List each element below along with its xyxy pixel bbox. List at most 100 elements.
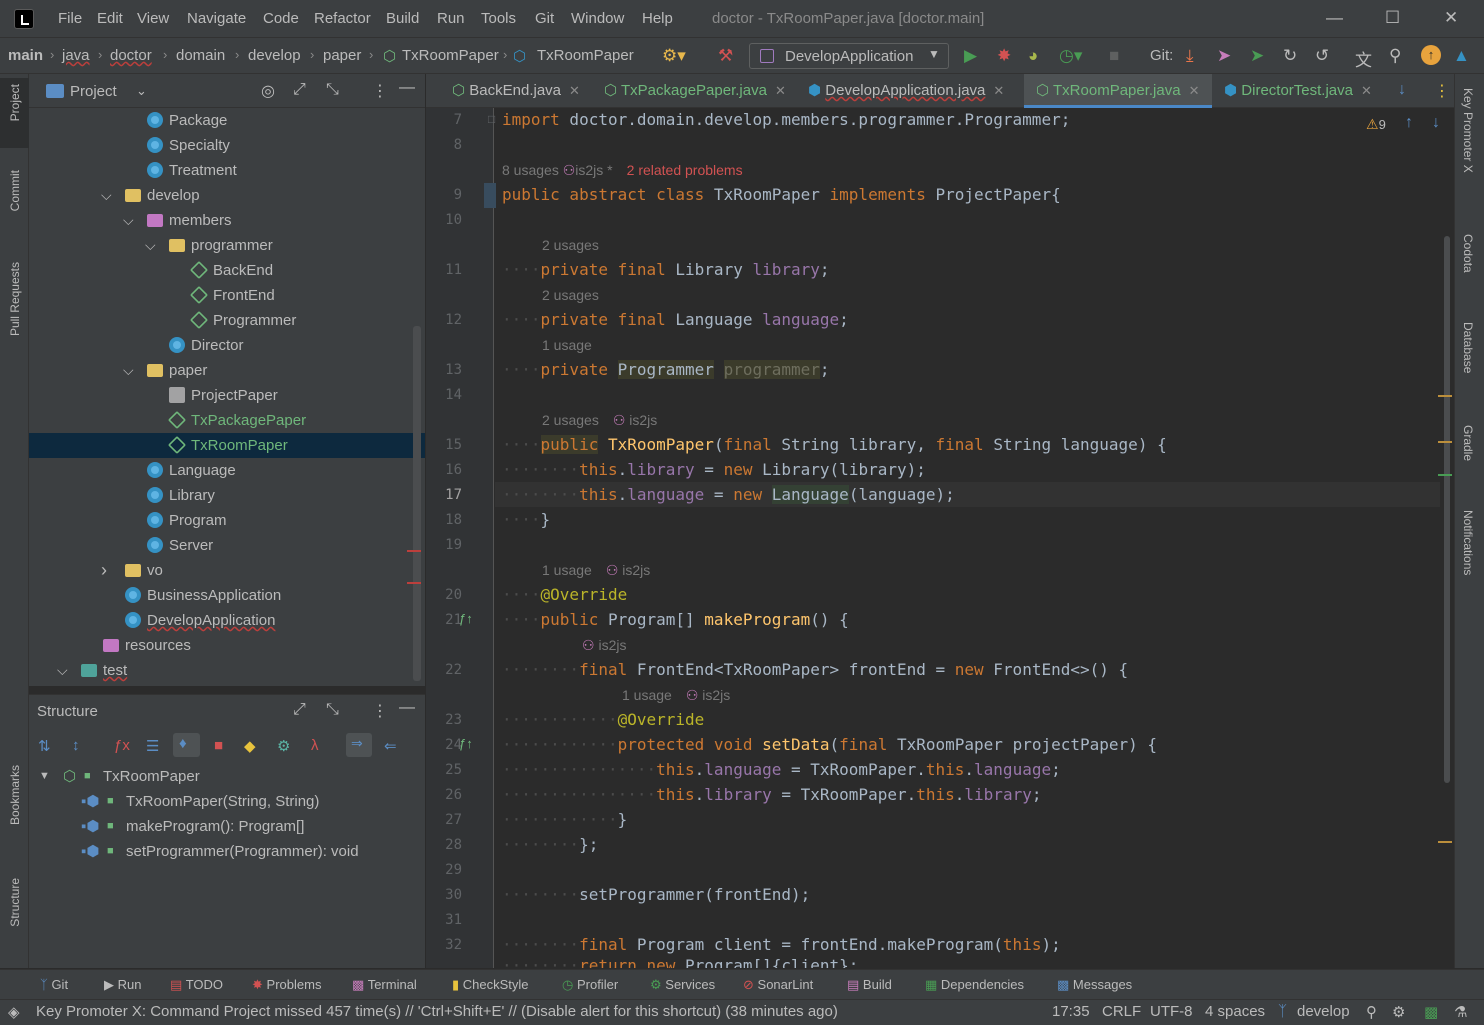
inspection-icon[interactable]: ⚙ xyxy=(1392,1003,1405,1021)
chevron-down-icon[interactable]: ⌵ xyxy=(123,358,134,383)
menu-refactor[interactable]: Refactor xyxy=(314,10,371,27)
usages-hint[interactable]: 1 usage ⚇ is2js xyxy=(622,687,730,704)
tool-tab-notifications[interactable]: Notifications xyxy=(1461,510,1475,575)
code-line-23[interactable]: ············@Override xyxy=(502,710,704,729)
structure-root[interactable]: ▼ ⬡ ■ TxRoomPaper xyxy=(29,764,425,789)
code-line-30[interactable]: ········setProgrammer(frontEnd); xyxy=(502,885,810,904)
plugin-icon[interactable]: ▲ xyxy=(1453,46,1470,66)
menu-navigate[interactable]: Navigate xyxy=(187,10,246,27)
close-tab-icon[interactable]: ✕ xyxy=(993,83,1004,98)
tree-node[interactable]: BusinessApplication xyxy=(29,583,425,608)
tool-tab-commit[interactable]: Commit xyxy=(8,170,22,211)
line-number[interactable]: 32 xyxy=(426,937,462,953)
code-line-27[interactable]: ············} xyxy=(502,810,627,829)
menu-run[interactable]: Run xyxy=(437,10,465,27)
tool-tab-structure[interactable]: Structure xyxy=(8,878,22,927)
structure-member[interactable]: ▪⬢ ■ TxRoomPaper(String, String) xyxy=(29,789,425,814)
breadcrumb-doctor[interactable]: doctor xyxy=(110,47,152,64)
tool-tab-bookmarks[interactable]: Bookmarks xyxy=(8,765,22,825)
override-gutter-icon[interactable]: ƒ↑ xyxy=(459,611,473,626)
tool-terminal[interactable]: ▩ Terminal xyxy=(352,977,417,993)
tree-node[interactable]: ⌵ programmer xyxy=(29,233,425,258)
line-number[interactable]: 19 xyxy=(426,537,462,553)
code-line-33[interactable]: ········return new Program[]{client}; xyxy=(502,956,858,968)
tool-tab-key-promoter[interactable]: Key Promoter X xyxy=(1461,88,1475,173)
breadcrumb-main[interactable]: main xyxy=(8,47,43,64)
tool-checkstyle[interactable]: ▮ CheckStyle xyxy=(452,977,529,993)
autoscroll-to-source-toggle[interactable]: ⇒ xyxy=(346,733,372,757)
fold-icon[interactable]: □ xyxy=(488,112,495,126)
tree-node[interactable]: › vo xyxy=(29,558,425,583)
line-number[interactable]: 22 xyxy=(426,662,462,678)
tool-sonarlint[interactable]: ⊘ SonarLint xyxy=(743,977,813,993)
chevron-down-icon[interactable]: ⌵ xyxy=(101,183,112,208)
line-number[interactable]: 20 xyxy=(426,587,462,603)
tree-node[interactable]: ⌵ develop xyxy=(29,183,425,208)
usages-hint[interactable]: 8 usages ⚇is2js * 2 related problems xyxy=(502,162,743,179)
close-tab-icon[interactable]: ✕ xyxy=(569,83,580,98)
line-separator[interactable]: CRLF xyxy=(1102,1003,1141,1020)
translate-icon[interactable]: 文 xyxy=(1355,46,1372,71)
tree-node[interactable]: Library xyxy=(29,483,425,508)
show-properties-toggle[interactable]: ♦ xyxy=(173,733,200,757)
warning-icon[interactable]: ⚠9 xyxy=(1366,116,1386,133)
tree-node[interactable]: FrontEnd xyxy=(29,283,425,308)
tab-directortest[interactable]: ⬢ DirectorTest.java ✕ xyxy=(1212,74,1390,108)
tab-txroompaper[interactable]: ⬡ TxRoomPaper.java ✕ xyxy=(1024,74,1212,108)
git-branch[interactable]: develop xyxy=(1297,1003,1350,1020)
structure-member[interactable]: ▪⬢ ■ makeProgram(): Program[] xyxy=(29,814,425,839)
caret-position[interactable]: 17:35 xyxy=(1052,1003,1090,1020)
notifications-icon[interactable]: ⚗ xyxy=(1454,1003,1467,1021)
status-message[interactable]: Key Promoter X: Command Project missed 4… xyxy=(36,1003,838,1020)
user-icon[interactable]: ⚙▾ xyxy=(662,46,686,66)
line-number[interactable]: 7 xyxy=(426,112,462,128)
code-line-17[interactable]: ········this.language = new Language(lan… xyxy=(502,485,955,504)
code-line-7[interactable]: import doctor.domain.develop.members.pro… xyxy=(502,110,1070,129)
collapse-all-icon[interactable]: ⤡ xyxy=(326,701,339,719)
run-icon[interactable]: ▶ xyxy=(964,46,977,66)
code-line-18[interactable]: ····} xyxy=(502,510,550,529)
ide-update-icon[interactable]: ↑ xyxy=(1421,45,1441,65)
line-number[interactable]: 23 xyxy=(426,712,462,728)
usages-hint[interactable]: 1 usage xyxy=(542,337,592,353)
chevron-right-icon[interactable]: › xyxy=(101,558,107,583)
code-line-32[interactable]: ········final Program client = frontEnd.… xyxy=(502,935,1061,954)
intellij-app-icon[interactable] xyxy=(14,9,34,29)
tab-txpackagepaper[interactable]: ⬡ TxPackagePaper.java ✕ xyxy=(592,74,796,108)
chevron-down-icon[interactable]: ⌵ xyxy=(145,233,156,258)
options-icon[interactable]: ⋮ xyxy=(1434,81,1450,101)
line-number[interactable]: 14 xyxy=(426,387,462,403)
line-number[interactable]: 27 xyxy=(426,812,462,828)
show-inherited-icon[interactable]: ƒx xyxy=(114,737,130,754)
menu-git[interactable]: Git xyxy=(535,10,554,27)
code-line-16[interactable]: ········this.library = new Library(libra… xyxy=(502,460,926,479)
tree-node[interactable]: ⌵ test xyxy=(29,658,425,683)
chevron-down-icon[interactable]: ⌄ xyxy=(136,83,147,99)
locate-icon[interactable]: ◎ xyxy=(261,81,275,101)
tool-tab-pull-requests[interactable]: Pull Requests xyxy=(8,262,22,336)
menu-file[interactable]: File xyxy=(58,10,82,27)
close-icon[interactable]: ✕ xyxy=(1444,8,1458,28)
tool-tab-codota[interactable]: Codota xyxy=(1461,234,1475,273)
diamond-icon[interactable]: ◆ xyxy=(244,737,256,755)
line-number[interactable]: 15 xyxy=(426,437,462,453)
code-line-28[interactable]: ········}; xyxy=(502,835,598,854)
line-number[interactable]: 9 xyxy=(426,187,462,203)
file-encoding[interactable]: UTF-8 xyxy=(1150,1003,1193,1020)
hide-panel-icon[interactable]: — xyxy=(399,699,415,717)
collapse-all-icon[interactable]: ⤡ xyxy=(326,81,339,99)
tool-tab-database[interactable]: Database xyxy=(1461,322,1475,373)
tool-git[interactable]: ᛉ Git xyxy=(40,977,68,992)
hammer-icon[interactable]: ⚒ xyxy=(718,46,733,66)
code-line-15[interactable]: ····public TxRoomPaper(final String libr… xyxy=(502,435,1167,454)
usages-hint[interactable]: 2 usages ⚇ is2js xyxy=(542,412,657,429)
tool-messages[interactable]: ▩ Messages xyxy=(1057,977,1132,993)
next-highlight-icon[interactable]: ↓ xyxy=(1432,114,1440,132)
menu-code[interactable]: Code xyxy=(263,10,299,27)
arrow-down-icon[interactable]: ↓ xyxy=(1398,81,1406,99)
git-update-icon[interactable]: ⤓ xyxy=(1186,46,1194,66)
coverage-icon[interactable]: ◕ xyxy=(1028,46,1038,66)
code-line-11[interactable]: ····private final Library library; xyxy=(502,260,830,279)
menu-tools[interactable]: Tools xyxy=(481,10,516,27)
code-line-21[interactable]: ····public Program[] makeProgram() { xyxy=(502,610,849,629)
